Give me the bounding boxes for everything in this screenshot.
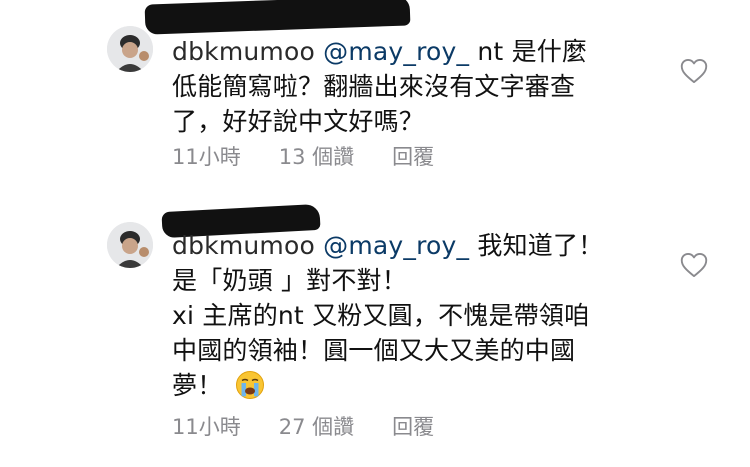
comment-line-4: 中國的領袖！圓一個又大又美的中國: [172, 336, 576, 365]
crying-face-icon: [235, 371, 264, 399]
comment-line-5: 夢！: [172, 371, 223, 400]
comment-text: dbkmumoo @may_roy_ 我知道了！ 是「奶頭 」對不對！ xi 主…: [172, 228, 652, 403]
comment-mention[interactable]: @may_roy_: [323, 231, 469, 260]
comment-time: 11小時: [172, 145, 241, 169]
reply-button[interactable]: 回覆: [392, 142, 434, 172]
like-heart-icon[interactable]: [680, 252, 708, 278]
avatar-image-icon: [107, 222, 153, 268]
avatar[interactable]: [107, 222, 153, 268]
comment-line-1: nt 是什麼: [477, 37, 588, 66]
comment-1: dbkmumoo @may_roy_ nt 是什麼 低能簡寫啦？翻牆出來沒有文字…: [0, 0, 750, 200]
avatar[interactable]: [107, 26, 153, 72]
comment-username[interactable]: dbkmumoo: [172, 231, 315, 260]
reply-button[interactable]: 回覆: [392, 412, 434, 442]
comment-line-2: 低能簡寫啦？翻牆出來沒有文字審查: [172, 72, 576, 101]
comment-mention[interactable]: @may_roy_: [323, 37, 469, 66]
like-heart-icon[interactable]: [680, 58, 708, 84]
comment-line-3: xi 主席的nt 又粉又圓，不愧是帶領咱: [172, 301, 590, 330]
comment-username[interactable]: dbkmumoo: [172, 37, 315, 66]
comment-line-1: 我知道了！: [477, 231, 604, 260]
comment-text: dbkmumoo @may_roy_ nt 是什麼 低能簡寫啦？翻牆出來沒有文字…: [172, 34, 652, 139]
comment-meta: 11小時 27 個讚 回覆: [172, 412, 434, 442]
comment-2: dbkmumoo @may_roy_ 我知道了！ 是「奶頭 」對不對！ xi 主…: [0, 200, 750, 467]
redaction-mark: [144, 0, 411, 35]
likes-count[interactable]: 27 個讚: [279, 412, 354, 442]
comment-line-3: 了，好好說中文好嗎？: [172, 107, 425, 136]
comment-line-2: 是「奶頭 」對不對！: [172, 266, 407, 295]
avatar-image-icon: [107, 26, 153, 72]
comment-time: 11小時: [172, 415, 241, 439]
likes-count[interactable]: 13 個讚: [279, 142, 354, 172]
comment-meta: 11小時 13 個讚 回覆: [172, 142, 434, 172]
